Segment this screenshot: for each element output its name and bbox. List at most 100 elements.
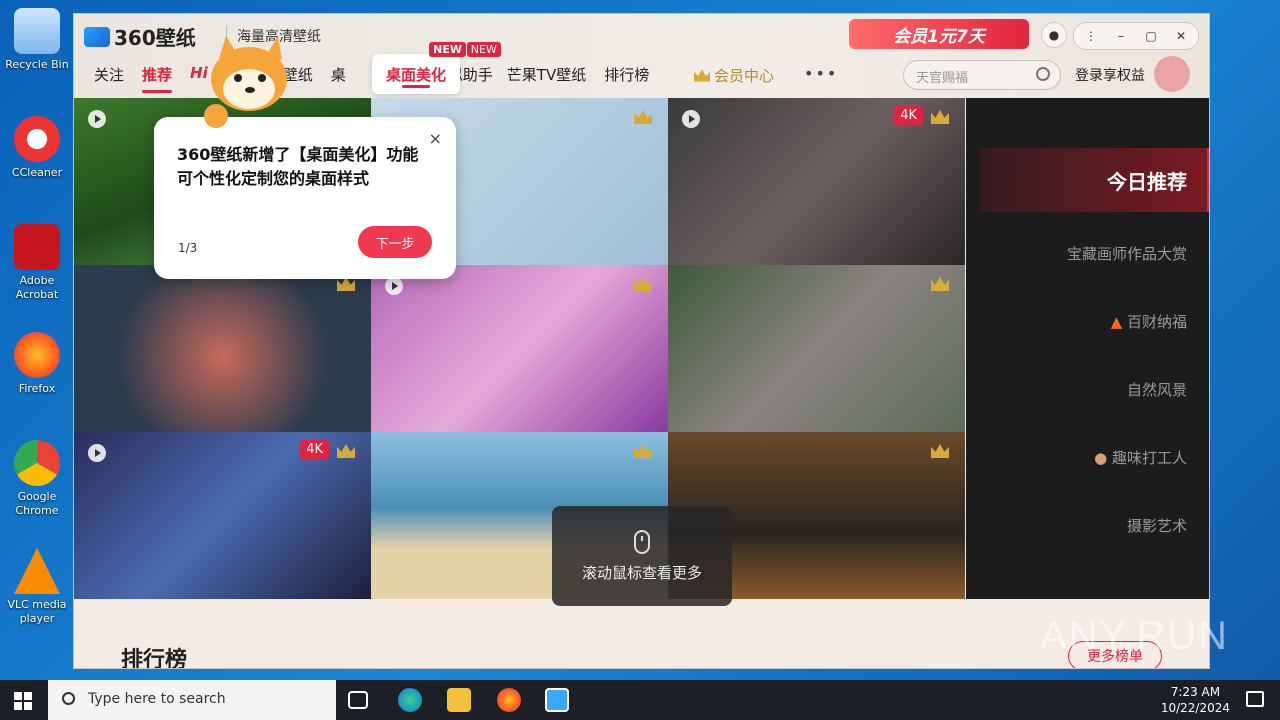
crown-icon: [931, 444, 949, 458]
recycle-bin-icon: [14, 8, 60, 54]
desktop-icon-label: VLC media player: [7, 598, 67, 625]
4k-badge: 4K: [300, 440, 329, 459]
wallpaper-tile[interactable]: 4K: [74, 432, 371, 599]
taskbar-search-input[interactable]: Type here to search: [48, 680, 336, 720]
crown-icon: [634, 110, 652, 124]
crown-icon: [931, 110, 949, 124]
wallpaper-tile[interactable]: [668, 265, 965, 432]
task-view-icon[interactable]: [348, 691, 368, 709]
wallpaper-app-taskbar-icon[interactable]: [545, 688, 569, 712]
minimize-icon[interactable]: –: [1108, 23, 1134, 49]
login-button[interactable]: 登录享权益: [1075, 65, 1145, 85]
crown-icon: [634, 444, 652, 458]
scroll-hint-overlay: 滚动鼠标查看更多: [552, 506, 732, 606]
nav-mango-tv[interactable]: 芒果TV壁纸: [507, 64, 586, 85]
maximize-icon[interactable]: ▢: [1138, 23, 1164, 49]
mouse-icon: [634, 530, 650, 554]
anyrun-watermark: ANY.RUN: [1040, 614, 1229, 658]
crown-icon: [634, 277, 652, 291]
nav-desktop-beautify-highlighted[interactable]: 桌面美化 NEW: [372, 42, 466, 94]
play-icon: [385, 277, 403, 295]
search-icon[interactable]: [1036, 67, 1050, 81]
desktop-icon-ccleaner[interactable]: CCleaner: [2, 116, 72, 180]
next-step-button[interactable]: 下一步: [358, 226, 432, 258]
sidebar-item-fortune-label: 百财纳福: [1126, 313, 1187, 331]
desktop-icon-label: Recycle Bin: [5, 58, 69, 71]
sidebar-item-today[interactable]: 今日推荐: [980, 148, 1209, 212]
desktop-icon-label: CCleaner: [11, 166, 63, 179]
ranking-section-title: 排行榜: [121, 648, 188, 669]
vip-center-link[interactable]: 会员中心: [694, 65, 774, 86]
clock-time: 7:23 AM: [1170, 685, 1221, 699]
new-badge: NEW: [466, 42, 501, 57]
desktop-icon-label: Google Chrome: [15, 490, 59, 517]
popup-message: 360壁纸新增了【桌面美化】功能可个性化定制您的桌面样式: [177, 145, 419, 188]
muscle-icon: ●: [1094, 449, 1108, 467]
windows-start-icon[interactable]: [14, 692, 32, 710]
fire-icon: ▲: [1110, 313, 1123, 331]
search-placeholder: 天官赐福: [916, 71, 969, 86]
search-input[interactable]: 天官赐福: [903, 60, 1061, 90]
4k-badge: 4K: [894, 106, 923, 125]
category-sidebar: 今日推荐 宝藏画师作品大赏 ▲ 百财纳福 自然风景 ● 趣味打工人 摄影艺术: [966, 98, 1209, 599]
play-icon: [88, 110, 106, 128]
crown-icon: [694, 69, 710, 82]
clock-date: 10/22/2024: [1160, 701, 1230, 715]
nav-ranking[interactable]: 排行榜: [604, 64, 649, 85]
file-explorer-icon[interactable]: [447, 688, 471, 712]
new-badge: NEW: [429, 42, 466, 57]
vlc-icon: [14, 548, 60, 594]
window-button-group: ⋮ – ▢ ✕: [1073, 22, 1199, 50]
sidebar-item-worker-label: 趣味打工人: [1111, 449, 1187, 467]
wallpaper-tile[interactable]: [371, 265, 668, 432]
popup-step-indicator: 1/3: [178, 241, 198, 255]
more-menu-button[interactable]: •••: [804, 64, 838, 83]
nav-desktop-beautify-label: 桌面美化: [385, 65, 446, 84]
notification-center-icon[interactable]: [1246, 691, 1264, 707]
sidebar-item-fortune[interactable]: ▲ 百财纳福: [1111, 311, 1187, 332]
wallpaper-tile[interactable]: 4K: [668, 98, 965, 265]
sidebar-item-nature[interactable]: 自然风景: [1127, 379, 1187, 400]
shiba-mascot-icon: [204, 36, 287, 128]
nav-recommend[interactable]: 推荐: [142, 64, 173, 93]
vip-promo-banner[interactable]: 会员1元7天: [849, 19, 1029, 49]
nav-follow[interactable]: 关注: [94, 64, 124, 85]
firefox-taskbar-icon[interactable]: [497, 688, 521, 712]
window-controls: ● ⋮ – ▢ ✕: [1041, 22, 1199, 50]
ccleaner-icon: [14, 116, 60, 162]
crown-icon: [337, 277, 355, 291]
search-icon: [62, 692, 75, 705]
close-icon[interactable]: ✕: [1168, 23, 1194, 49]
crown-icon: [931, 277, 949, 291]
firefox-icon: [14, 332, 60, 378]
settings-icon[interactable]: ⋮: [1078, 23, 1104, 49]
desktop-icon-acrobat[interactable]: Adobe Acrobat: [2, 224, 72, 302]
feature-intro-popup: 360壁纸新增了【桌面美化】功能可个性化定制您的桌面样式 × 1/3 下一步: [154, 117, 456, 279]
desktop-icon-firefox[interactable]: Firefox: [2, 332, 72, 396]
sidebar-item-worker[interactable]: ● 趣味打工人: [1094, 447, 1187, 468]
chrome-icon: [14, 440, 60, 486]
sidebar-item-photography[interactable]: 摄影艺术: [1127, 515, 1187, 536]
wallpaper-tile[interactable]: [74, 265, 371, 432]
sidebar-item-artists[interactable]: 宝藏画师作品大赏: [1067, 243, 1187, 264]
desktop-icon-label: Firefox: [18, 382, 56, 395]
avatar[interactable]: [1154, 56, 1190, 92]
crown-icon: [337, 444, 355, 458]
desktop-icon-recycle-bin[interactable]: Recycle Bin: [2, 8, 72, 72]
vip-center-label: 会员中心: [714, 67, 775, 85]
taskbar: Type here to search 7:23 AM 10/22/2024: [0, 680, 1280, 720]
close-icon[interactable]: ×: [429, 129, 442, 148]
taskbar-search-placeholder: Type here to search: [88, 691, 226, 707]
nav-desktop-fragment[interactable]: 桌: [331, 64, 346, 85]
desktop-icon-vlc[interactable]: VLC media player: [2, 548, 72, 626]
edge-icon[interactable]: [398, 688, 422, 712]
wallpaper-app-window: 360壁纸 海量高清壁纸 会员1元7天 ● ⋮ – ▢ ✕ 关注 推荐 Hi 经…: [73, 13, 1210, 669]
play-icon: [682, 110, 700, 128]
logo-mark-icon: [84, 26, 110, 47]
scroll-hint-text: 滚动鼠标查看更多: [581, 564, 702, 582]
notification-bell-icon[interactable]: ●: [1041, 22, 1067, 48]
play-icon: [88, 444, 106, 462]
desktop-icon-chrome[interactable]: Google Chrome: [2, 440, 72, 518]
acrobat-icon: [14, 224, 60, 270]
system-clock[interactable]: 7:23 AM 10/22/2024: [1161, 684, 1230, 716]
